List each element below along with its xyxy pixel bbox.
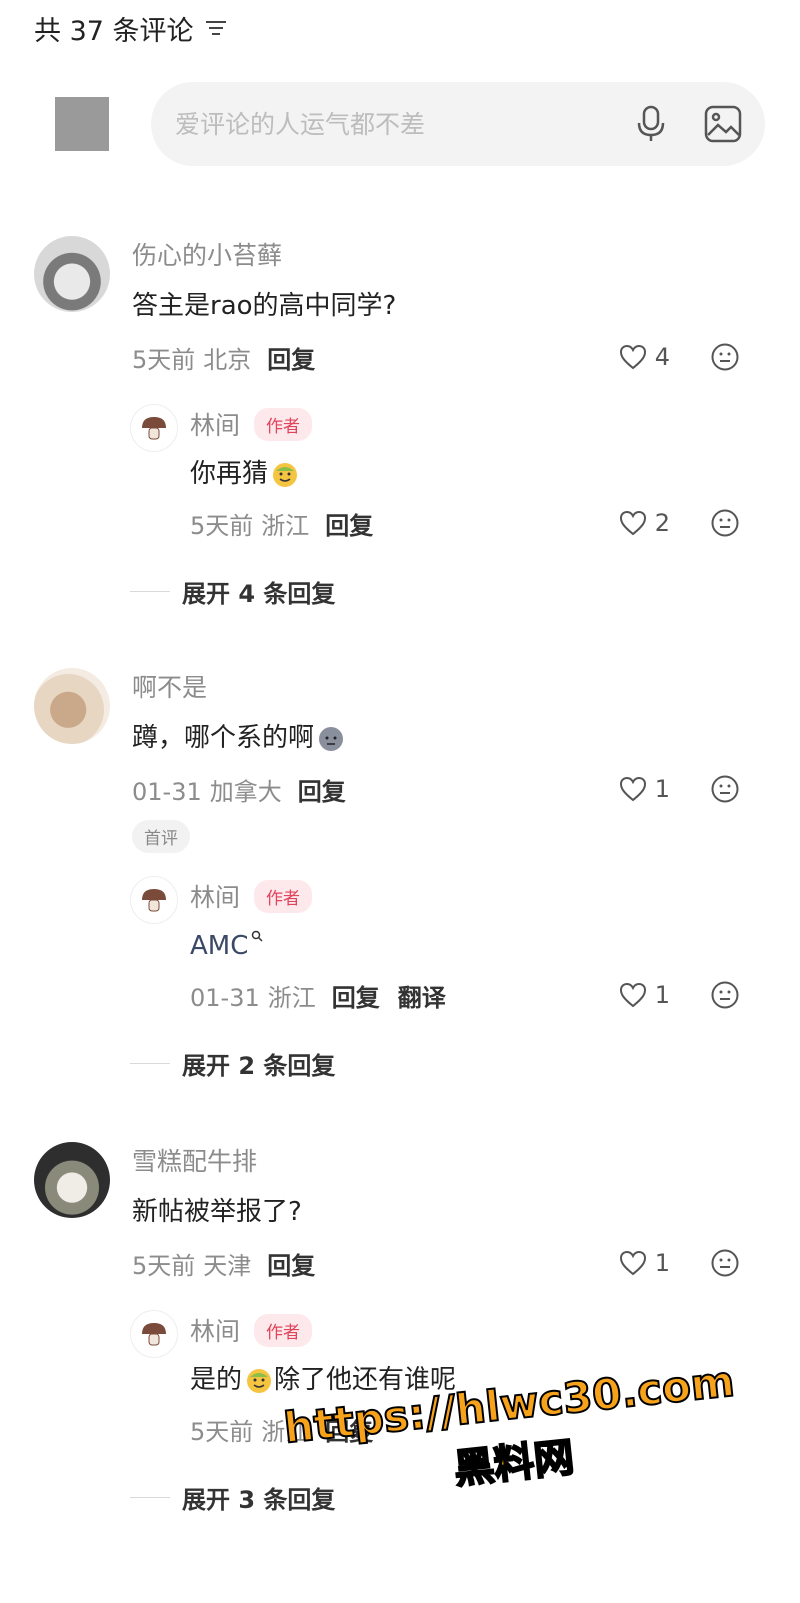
reply-location: 浙江 [267, 984, 316, 1012]
comment-time: 5天前 [132, 1252, 196, 1280]
comment-text: 答主是rao的高中同学? [132, 291, 397, 321]
comment-author-name[interactable]: 啊不是 [132, 668, 774, 708]
reply-time: 5天前 [190, 1418, 254, 1446]
like-count: 2 [654, 509, 670, 537]
reply-time: 5天前 [190, 512, 254, 540]
reply-text-content: 你再猜 [190, 459, 269, 489]
comment-input[interactable] [175, 109, 599, 139]
reply-author-name[interactable]: 林间 [190, 406, 240, 442]
image-icon[interactable] [703, 104, 743, 144]
heart-icon [619, 982, 646, 1008]
avatar[interactable] [34, 1142, 110, 1218]
like-count: 1 [654, 1249, 670, 1277]
comment-count: 共 37 条评论 [34, 15, 194, 47]
expand-replies-button[interactable]: 展开 2 条回复 [130, 1046, 335, 1081]
comment-author-name[interactable]: 雪糕配牛排 [132, 1142, 774, 1182]
divider-line [130, 1497, 170, 1498]
comment-text-content: 蹲，哪个系的啊 [132, 723, 315, 753]
reply-item: 林间 作者 你再猜 5天前 浙江 回复 2 [130, 404, 774, 544]
avatar[interactable] [34, 668, 110, 744]
reply-text-content[interactable]: AMC [190, 924, 248, 968]
avatar[interactable] [34, 236, 110, 312]
reply-item: 林间 作者 AMC 01-31 浙江 回复 翻译 1 [130, 876, 774, 1016]
emoji-face-icon[interactable] [710, 508, 740, 538]
expand-replies-label: 展开 4 条回复 [182, 580, 336, 608]
emoji-face-icon[interactable] [710, 980, 740, 1010]
reply-location: 浙江 [261, 512, 310, 540]
reply-author-name[interactable]: 林间 [190, 1312, 240, 1348]
heart-icon [619, 1250, 646, 1276]
heart-icon [619, 510, 646, 536]
emoji-face-icon[interactable] [710, 342, 740, 372]
search-icon[interactable] [251, 916, 263, 960]
reply-text: 你再猜 [190, 452, 774, 496]
reply-button[interactable]: 回复 [267, 1246, 315, 1286]
reply-button[interactable]: 回复 [298, 772, 346, 812]
divider-line [130, 591, 170, 592]
comment-text: 蹲，哪个系的啊 [132, 716, 774, 760]
comment-time: 01-31 [132, 778, 202, 806]
grinning-emoji-icon [247, 1369, 272, 1393]
comment-header: 共 37 条评论 [34, 8, 228, 48]
translate-button[interactable]: 翻译 [398, 978, 446, 1018]
mushroom-icon[interactable] [130, 876, 178, 924]
like-button[interactable]: 1 [619, 775, 670, 803]
comment-author-name[interactable]: 伤心的小苔藓 [132, 236, 774, 276]
mushroom-icon[interactable] [130, 1310, 178, 1358]
expand-replies-button[interactable]: 展开 4 条回复 [130, 574, 335, 609]
comment-item: 伤心的小苔藓 答主是rao的高中同学? 5天前 北京 回复 4 林间 作者 你再… [34, 236, 774, 609]
comment-composer [55, 82, 765, 166]
mushroom-icon[interactable] [130, 404, 178, 452]
expand-replies-label: 展开 2 条回复 [182, 1052, 336, 1080]
comment-text: 新帖被举报了? [132, 1197, 302, 1227]
author-badge: 作者 [254, 1313, 313, 1347]
comment-time: 5天前 [132, 346, 196, 374]
heart-icon [619, 344, 646, 370]
like-button[interactable]: 4 [619, 343, 670, 371]
comment-location: 北京 [203, 346, 252, 374]
author-badge: 作者 [254, 879, 313, 913]
my-avatar [55, 97, 109, 151]
first-comment-badge: 首评 [132, 820, 190, 853]
like-button[interactable]: 2 [619, 509, 670, 537]
comment-input-box[interactable] [151, 82, 765, 166]
like-count: 1 [654, 981, 670, 1009]
author-badge: 作者 [254, 407, 313, 441]
comment-location: 加拿大 [209, 778, 282, 806]
grinning-emoji-icon [273, 463, 298, 487]
comment-item: 啊不是 蹲，哪个系的啊 01-31 加拿大 回复 首评 1 林间 作者 AMC … [34, 668, 774, 1088]
like-count: 4 [654, 343, 670, 371]
reply-author-name[interactable]: 林间 [190, 878, 240, 914]
filter-icon[interactable] [204, 18, 228, 38]
emoji-face-icon[interactable] [710, 774, 740, 804]
reply-button[interactable]: 回复 [267, 340, 315, 380]
like-button[interactable]: 1 [619, 981, 670, 1009]
reply-time: 01-31 [190, 984, 260, 1012]
comment-location: 天津 [203, 1252, 252, 1280]
reply-text-before: 是的 [190, 1365, 243, 1395]
heart-icon [619, 776, 646, 802]
reply-button[interactable]: 回复 [325, 506, 373, 546]
microphone-icon[interactable] [631, 104, 671, 144]
divider-line [130, 1063, 170, 1064]
cold-sweat-emoji-icon [319, 727, 344, 751]
emoji-face-icon[interactable] [710, 1248, 740, 1278]
reply-button[interactable]: 回复 [332, 978, 380, 1018]
reply-text: AMC [190, 924, 774, 968]
like-count: 1 [654, 775, 670, 803]
like-button[interactable]: 1 [619, 1249, 670, 1277]
